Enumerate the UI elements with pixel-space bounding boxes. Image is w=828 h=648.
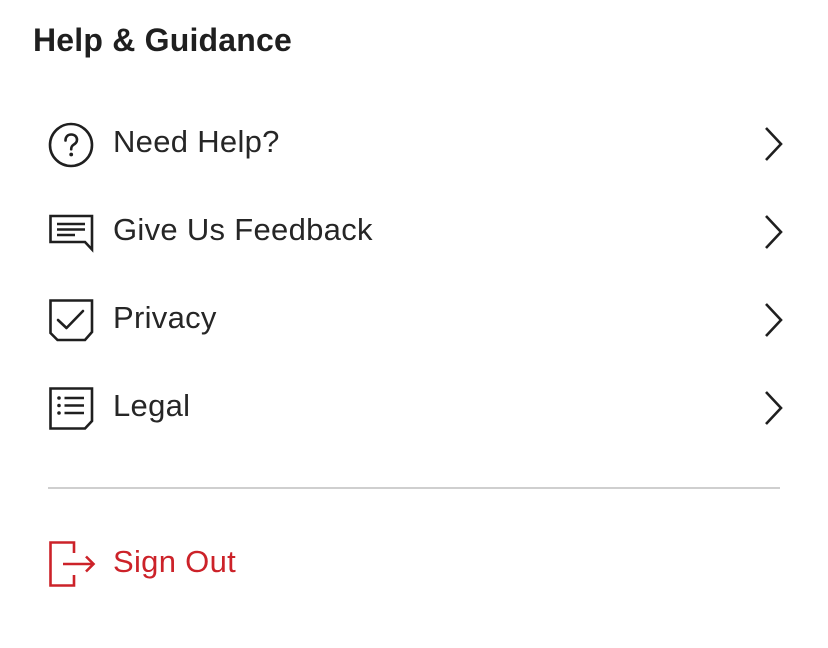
privacy-shield-check-icon — [49, 299, 94, 342]
sign-out-button[interactable]: Sign Out — [0, 520, 828, 608]
menu-item-legal[interactable]: Legal — [0, 364, 828, 452]
sign-out-icon — [49, 541, 96, 587]
menu-item-label: Legal — [113, 388, 191, 423]
menu-item-label: Give Us Feedback — [113, 212, 373, 247]
sign-out-label: Sign Out — [113, 544, 237, 579]
menu-item-privacy[interactable]: Privacy — [0, 276, 828, 364]
section-title: Help & Guidance — [33, 22, 293, 58]
menu-item-label: Privacy — [113, 300, 217, 335]
menu-item-label: Need Help? — [113, 124, 280, 159]
chevron-right-icon — [765, 303, 783, 337]
chevron-right-icon — [765, 127, 783, 161]
divider — [48, 487, 780, 489]
feedback-message-icon — [49, 214, 94, 253]
chevron-right-icon — [765, 215, 783, 249]
menu-item-give-feedback[interactable]: Give Us Feedback — [0, 188, 828, 276]
question-circle-icon — [48, 122, 94, 168]
legal-document-list-icon — [49, 387, 94, 430]
chevron-right-icon — [765, 391, 783, 425]
help-menu-list: Need Help? Give Us Feedback Privacy Lega… — [0, 100, 828, 452]
menu-item-need-help[interactable]: Need Help? — [0, 100, 828, 188]
